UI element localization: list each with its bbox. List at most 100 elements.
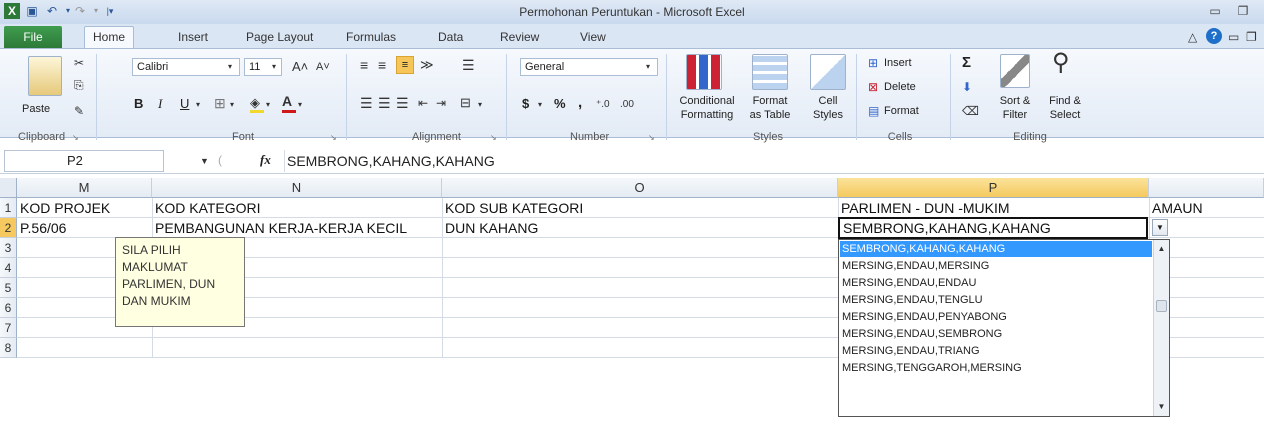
conditional-formatting-label[interactable]: Conditional xyxy=(672,95,742,107)
borders-dropdown-icon[interactable]: ▾ xyxy=(230,98,234,112)
name-box-dropdown-icon[interactable]: ▼ xyxy=(200,154,209,168)
tab-file[interactable]: File xyxy=(4,26,62,48)
cell-m1[interactable]: KOD PROJEK xyxy=(17,198,152,218)
row-header[interactable]: 3 xyxy=(0,238,17,258)
paste-label[interactable]: Paste xyxy=(22,103,50,115)
wrap-text-icon[interactable]: ☰ xyxy=(462,58,475,72)
insert-function-button[interactable]: fx xyxy=(260,152,271,168)
copy-icon[interactable]: ⎘ xyxy=(74,78,84,92)
format-as-table-label[interactable]: Format xyxy=(740,95,800,107)
validation-dropdown-list[interactable]: SEMBRONG,KAHANG,KAHANG MERSING,ENDAU,MER… xyxy=(838,239,1170,417)
column-header-q[interactable] xyxy=(1149,178,1264,198)
font-name-combo[interactable]: Calibri xyxy=(132,58,240,76)
decrease-decimal-icon[interactable]: .00 xyxy=(620,98,634,112)
tab-page-layout[interactable]: Page Layout xyxy=(246,28,313,46)
select-all-corner[interactable] xyxy=(0,178,17,198)
dropdown-arrow-button[interactable]: ▼ xyxy=(1152,219,1168,236)
format-painter-icon[interactable]: ✎ xyxy=(74,104,84,118)
tab-home[interactable]: Home xyxy=(84,26,135,49)
currency-dropdown-icon[interactable]: ▾ xyxy=(538,98,542,112)
font-size-dropdown-icon[interactable]: ▾ xyxy=(272,60,276,74)
shrink-font-icon[interactable]: A˅ xyxy=(316,60,330,74)
cell-m2[interactable]: P.56/06 xyxy=(17,218,152,238)
row-header[interactable]: 5 xyxy=(0,278,17,298)
fill-color-dropdown-icon[interactable]: ▾ xyxy=(266,98,270,112)
row-header[interactable]: 1 xyxy=(0,198,17,218)
scroll-down-icon[interactable]: ▼ xyxy=(1154,400,1169,414)
name-box[interactable]: P2 xyxy=(4,150,164,172)
tab-data[interactable]: Data xyxy=(438,28,463,46)
align-center-icon[interactable]: ☰ xyxy=(378,96,391,110)
dropdown-option-selected[interactable]: SEMBRONG,KAHANG,KAHANG xyxy=(840,241,1152,257)
font-color-dropdown-icon[interactable]: ▾ xyxy=(298,98,302,112)
orientation-icon[interactable]: ≫ xyxy=(420,58,434,72)
scroll-thumb[interactable] xyxy=(1156,300,1167,312)
delete-cells-label[interactable]: Delete xyxy=(884,81,916,93)
font-size-combo[interactable]: 11 xyxy=(244,58,282,76)
underline-dropdown-icon[interactable]: ▾ xyxy=(196,98,200,112)
dropdown-option[interactable]: MERSING,ENDAU,SEMBRONG xyxy=(840,326,1152,342)
delete-cells-icon[interactable]: ⊠ xyxy=(868,80,878,94)
sort-filter-label[interactable]: Sort & xyxy=(992,95,1038,107)
bold-button[interactable]: B xyxy=(134,96,143,111)
cell-p2-active[interactable]: SEMBRONG,KAHANG,KAHANG xyxy=(838,217,1148,239)
underline-button[interactable]: U xyxy=(180,96,189,111)
cell-n1[interactable]: KOD KATEGORI xyxy=(152,198,442,218)
number-format-combo[interactable]: General xyxy=(520,58,658,76)
minimize-icon[interactable]: ▭ xyxy=(1204,2,1226,20)
decrease-indent-icon[interactable]: ⇤ xyxy=(418,96,428,110)
find-select-label-2[interactable]: Select xyxy=(1042,109,1088,121)
fill-icon[interactable]: ⬇ xyxy=(962,80,972,94)
cell-styles-icon[interactable] xyxy=(810,54,846,90)
cell-o1[interactable]: KOD SUB KATEGORI xyxy=(442,198,838,218)
align-left-icon[interactable]: ☰ xyxy=(360,96,373,110)
binoculars-icon[interactable]: ⚲ xyxy=(1052,51,1070,75)
italic-button[interactable]: I xyxy=(158,96,162,112)
help-icon[interactable]: ? xyxy=(1206,28,1222,44)
tab-review[interactable]: Review xyxy=(500,28,539,46)
merge-center-icon[interactable]: ⊟ xyxy=(460,96,471,110)
row-header[interactable]: 7 xyxy=(0,318,17,338)
dropdown-option[interactable]: MERSING,TENGGAROH,MERSING xyxy=(840,360,1152,376)
fill-color-icon[interactable]: ◈ xyxy=(250,96,260,110)
column-header-o[interactable]: O xyxy=(442,178,838,198)
currency-button[interactable]: $ xyxy=(522,96,529,111)
find-select-label[interactable]: Find & xyxy=(1042,95,1088,107)
cell-p1[interactable]: PARLIMEN - DUN -MUKIM xyxy=(838,198,1149,218)
dropdown-scrollbar[interactable]: ▲ ▼ xyxy=(1153,240,1169,416)
paste-icon[interactable] xyxy=(28,56,62,96)
minimize-ribbon-icon[interactable]: △ xyxy=(1188,30,1197,44)
alignment-launcher-icon[interactable]: ↘ xyxy=(490,133,497,142)
tab-formulas[interactable]: Formulas xyxy=(346,28,396,46)
workbook-restore-icon[interactable]: ❐ xyxy=(1246,30,1257,44)
column-header-p[interactable]: P xyxy=(838,178,1149,198)
insert-cells-label[interactable]: Insert xyxy=(884,57,912,69)
sort-filter-icon[interactable] xyxy=(1000,54,1030,88)
cell-styles-label-2[interactable]: Styles xyxy=(806,109,850,121)
workbook-minimize-icon[interactable]: ▭ xyxy=(1228,30,1239,44)
dropdown-option[interactable]: MERSING,ENDAU,MERSING xyxy=(840,258,1152,274)
formula-input[interactable]: SEMBRONG,KAHANG,KAHANG xyxy=(284,150,1264,172)
scroll-up-icon[interactable]: ▲ xyxy=(1154,242,1169,256)
format-cells-icon[interactable]: ▤ xyxy=(868,104,879,118)
dropdown-option[interactable]: MERSING,ENDAU,TENGLU xyxy=(840,292,1152,308)
conditional-formatting-label-2[interactable]: Formatting xyxy=(672,109,742,121)
borders-icon[interactable]: ⊞ xyxy=(214,96,226,110)
dropdown-option[interactable]: MERSING,ENDAU,ENDAU xyxy=(840,275,1152,291)
cell-q1[interactable]: AMAUN xyxy=(1149,198,1264,218)
merge-dropdown-icon[interactable]: ▾ xyxy=(478,98,482,112)
row-header[interactable]: 8 xyxy=(0,338,17,358)
cell-o2[interactable]: DUN KAHANG xyxy=(442,218,838,238)
cell-n2[interactable]: PEMBANGUNAN KERJA-KERJA KECIL xyxy=(152,218,442,238)
align-right-icon[interactable]: ☰ xyxy=(396,96,409,110)
increase-decimal-icon[interactable]: ⁺.0 xyxy=(596,98,610,112)
column-header-n[interactable]: N xyxy=(152,178,442,198)
row-header[interactable]: 4 xyxy=(0,258,17,278)
restore-icon[interactable]: ❐ xyxy=(1232,2,1254,20)
format-cells-label[interactable]: Format xyxy=(884,105,919,117)
align-top-icon[interactable]: ≡ xyxy=(360,58,368,72)
clipboard-launcher-icon[interactable]: ↘ xyxy=(72,133,79,142)
sort-filter-label-2[interactable]: Filter xyxy=(992,109,1038,121)
align-bottom-icon[interactable]: ≡ xyxy=(396,56,414,74)
percent-button[interactable]: % xyxy=(554,96,566,111)
